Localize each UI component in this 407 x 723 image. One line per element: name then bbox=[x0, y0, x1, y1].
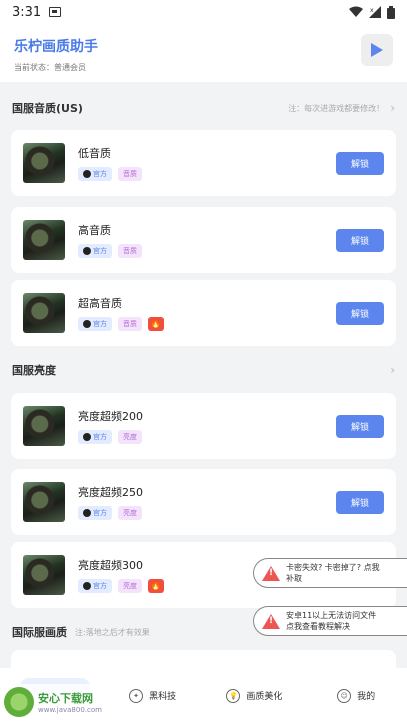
official-dot-icon bbox=[83, 582, 91, 590]
chevron-right-icon: › bbox=[390, 363, 395, 377]
watermark-main: 安心下载网 bbox=[38, 692, 93, 705]
official-tag: 官方 bbox=[78, 579, 112, 593]
nav-quality-beautify[interactable]: 💡 画质美化 bbox=[204, 688, 306, 703]
nav-mine[interactable]: ☺ 我的 bbox=[305, 688, 407, 703]
svg-text:x: x bbox=[370, 7, 374, 14]
list-item: 超高音质 官方 音质 🔥 解锁 bbox=[11, 280, 396, 346]
category-tag: 亮度 bbox=[118, 430, 142, 444]
android-file-access-toast[interactable]: 安卓11以上无法访问文件 点我查看教程解决 bbox=[253, 606, 407, 636]
watermark-logo-icon bbox=[4, 687, 34, 717]
unlock-button[interactable]: 解锁 bbox=[336, 414, 384, 438]
section-header-us-audio[interactable]: 国服音质(US) 注：每次进游戏都要修改！ › bbox=[0, 88, 407, 128]
official-dot-icon bbox=[83, 247, 91, 255]
smile-icon: ☺ bbox=[337, 688, 352, 703]
section-title: 国服音质(US) bbox=[12, 102, 83, 115]
official-tag: 官方 bbox=[78, 244, 112, 258]
official-dot-icon bbox=[83, 320, 91, 328]
list-item: 亮度超频250 官方 亮度 解锁 bbox=[11, 469, 396, 535]
app-header: 乐柠画质助手 当前状态：普通会员 bbox=[0, 24, 407, 82]
nav-black-tech[interactable]: ✦ 黑科技 bbox=[102, 688, 204, 703]
item-name: 亮度超频200 bbox=[78, 410, 143, 423]
thumbnail-image bbox=[23, 482, 65, 522]
status-time: 3:31 bbox=[12, 4, 42, 20]
section-title: 国服亮度 bbox=[12, 364, 56, 377]
thumbnail-image bbox=[23, 143, 65, 183]
item-name: 低音质 bbox=[78, 147, 111, 160]
play-icon bbox=[371, 43, 383, 57]
section-header-brightness[interactable]: 国服亮度 › bbox=[0, 350, 407, 390]
fire-icon: 🔥 bbox=[148, 579, 164, 593]
category-tag: 亮度 bbox=[118, 579, 142, 593]
toast-text: 卡密失效? 卡密掉了? 点我 补取 bbox=[286, 563, 380, 583]
fire-icon: 🔥 bbox=[148, 317, 164, 331]
official-tag: 官方 bbox=[78, 317, 112, 331]
list-item bbox=[11, 650, 396, 668]
unlock-button[interactable]: 解锁 bbox=[336, 490, 384, 514]
compass-icon: ✦ bbox=[129, 688, 144, 703]
category-tag: 音质 bbox=[118, 317, 142, 331]
official-tag: 官方 bbox=[78, 430, 112, 444]
list-item: 亮度超频200 官方 亮度 解锁 bbox=[11, 393, 396, 459]
play-button[interactable] bbox=[361, 34, 393, 66]
status-icons: x bbox=[349, 5, 395, 19]
section-title: 国际服画质 bbox=[12, 626, 67, 639]
official-dot-icon bbox=[83, 433, 91, 441]
category-tag: 音质 bbox=[118, 244, 142, 258]
toast-text: 安卓11以上无法访问文件 点我查看教程解决 bbox=[286, 611, 377, 631]
battery-icon bbox=[387, 5, 395, 19]
bulb-icon: 💡 bbox=[226, 688, 241, 703]
official-tag: 官方 bbox=[78, 506, 112, 520]
item-name: 亮度超频250 bbox=[78, 486, 143, 499]
member-status: 当前状态：普通会员 bbox=[14, 63, 86, 72]
thumbnail-image bbox=[23, 406, 65, 446]
official-tag: 官方 bbox=[78, 167, 112, 181]
watermark: 安心下载网 www.java800.com bbox=[4, 684, 114, 720]
watermark-sub: www.java800.com bbox=[38, 706, 102, 714]
warning-icon bbox=[262, 613, 280, 629]
status-bar: 3:31 x bbox=[0, 0, 407, 24]
section-note: 注：每次进游戏都要修改！ bbox=[288, 103, 385, 113]
item-name: 高音质 bbox=[78, 224, 111, 237]
app-title: 乐柠画质助手 bbox=[14, 39, 98, 55]
official-dot-icon bbox=[83, 509, 91, 517]
list-item: 低音质 官方 音质 解锁 bbox=[11, 130, 396, 196]
unlock-button[interactable]: 解锁 bbox=[336, 228, 384, 252]
section-note: 注:落地之后才有效果 bbox=[75, 627, 150, 637]
unlock-button[interactable]: 解锁 bbox=[336, 301, 384, 325]
category-tag: 音质 bbox=[118, 167, 142, 181]
thumbnail-image bbox=[23, 555, 65, 595]
list-item: 高音质 官方 音质 解锁 bbox=[11, 207, 396, 273]
wifi-icon bbox=[349, 6, 363, 17]
signal-icon: x bbox=[369, 6, 381, 18]
thumbnail-image bbox=[23, 220, 65, 260]
warning-icon bbox=[262, 565, 280, 581]
item-name: 超高音质 bbox=[78, 297, 122, 310]
card-lost-toast[interactable]: 卡密失效? 卡密掉了? 点我 补取 bbox=[253, 558, 407, 588]
thumbnail-image bbox=[23, 293, 65, 333]
category-tag: 亮度 bbox=[118, 506, 142, 520]
sim-icon bbox=[49, 7, 62, 17]
unlock-button[interactable]: 解锁 bbox=[336, 151, 384, 175]
official-dot-icon bbox=[83, 170, 91, 178]
chevron-right-icon: › bbox=[390, 101, 395, 115]
